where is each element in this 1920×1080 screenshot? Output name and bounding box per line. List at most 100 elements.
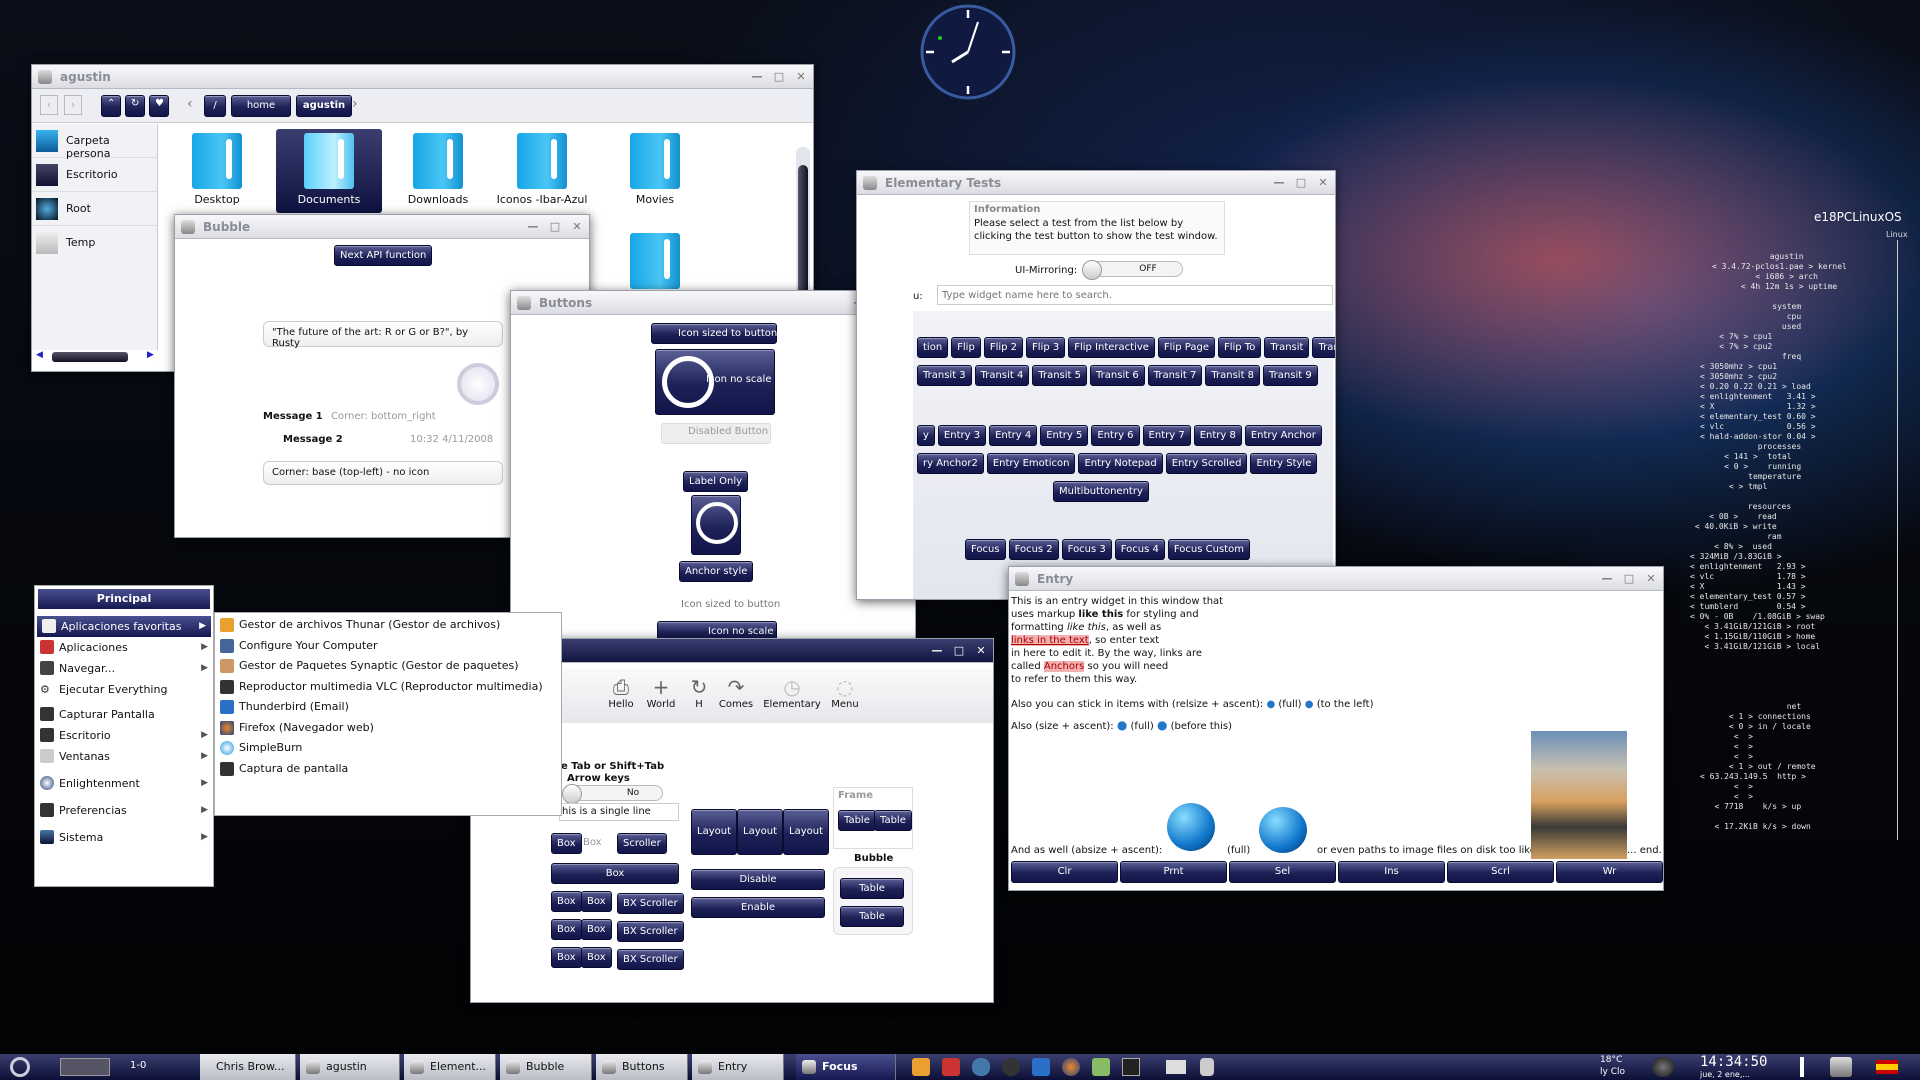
menu-item-ejecutar[interactable]: ⚙ Ejecutar Everything: [35, 679, 213, 700]
task-elementary[interactable]: Element...: [404, 1054, 496, 1080]
box-b2[interactable]: Box: [581, 891, 612, 912]
frame-table-1[interactable]: Table: [838, 810, 876, 831]
submenu-captura[interactable]: Captura de pantalla: [215, 759, 561, 780]
launcher-mail-icon[interactable]: [1032, 1058, 1050, 1076]
test-button[interactable]: Focus 4: [1114, 539, 1165, 560]
icon-sized-button-2[interactable]: Icon sized to button: [681, 599, 780, 610]
folder-movies[interactable]: Movies: [612, 129, 698, 213]
path-agustin[interactable]: agustin: [296, 95, 352, 117]
test-button[interactable]: Entry Emoticon: [986, 453, 1076, 474]
test-button[interactable]: Flip Page: [1157, 337, 1215, 358]
entry-link[interactable]: links in the text: [1011, 635, 1089, 646]
tool-world[interactable]: + World: [639, 675, 683, 710]
tray-icon-2[interactable]: [1200, 1058, 1214, 1076]
back-button[interactable]: ‹: [40, 95, 58, 115]
scroller-button[interactable]: Scroller: [617, 833, 667, 854]
submenu-simpleburn[interactable]: SimpleBurn: [215, 738, 561, 759]
entry-action-button[interactable]: Scrl: [1447, 861, 1554, 883]
disable-button[interactable]: Disable: [691, 869, 825, 890]
layout-button-1[interactable]: Layout: [691, 809, 737, 855]
task-buttons[interactable]: Buttons: [596, 1054, 688, 1080]
box-b1[interactable]: Box: [551, 891, 582, 912]
sidebar-item-home[interactable]: Carpeta persona: [32, 124, 157, 160]
enable-button[interactable]: Enable: [691, 897, 825, 918]
entry-action-button[interactable]: Ins: [1338, 861, 1445, 883]
test-button[interactable]: Transit 3: [917, 365, 972, 386]
test-button[interactable]: Entry Anchor: [1244, 425, 1322, 446]
test-button[interactable]: Entry 8: [1193, 425, 1242, 446]
folder-iconos[interactable]: Iconos -Ibar-Azul: [487, 129, 597, 213]
minimize-button[interactable]: —: [931, 644, 943, 657]
close-button[interactable]: ✕: [1317, 176, 1329, 189]
test-button[interactable]: Transit 6: [1090, 365, 1145, 386]
submenu-configure[interactable]: Configure Your Computer: [215, 636, 561, 657]
anchor-style-button[interactable]: Anchor style: [679, 561, 754, 582]
launcher-edit-icon[interactable]: [942, 1058, 960, 1076]
start-icon[interactable]: [10, 1057, 30, 1077]
minimize-button[interactable]: —: [1273, 176, 1285, 189]
folder-downloads[interactable]: Downloads: [395, 129, 481, 213]
tool-elementary[interactable]: ◷ Elementary: [761, 675, 823, 710]
task-focus[interactable]: Focus: [796, 1054, 896, 1080]
sidebar-item-temp[interactable]: Temp: [32, 226, 157, 260]
close-button[interactable]: ✕: [571, 220, 583, 233]
entry-text[interactable]: This is an entry widget in this window t…: [1011, 595, 1341, 686]
tool-hello[interactable]: ⎙ Hello: [601, 675, 641, 710]
launcher-vlc-icon[interactable]: [1002, 1058, 1020, 1076]
tray-icon-1[interactable]: [1166, 1060, 1186, 1074]
pager-icon[interactable]: [60, 1058, 110, 1076]
launcher-files-icon[interactable]: [912, 1058, 930, 1076]
submenu-thunderbird[interactable]: Thunderbird (Email): [215, 697, 561, 718]
test-button[interactable]: y: [917, 425, 935, 446]
multibuttonentry-button[interactable]: Multibuttonentry: [1053, 481, 1149, 502]
sidebar-scrollbar[interactable]: ◀ ▶: [36, 350, 158, 364]
path-right-arrow-icon[interactable]: ›: [352, 96, 358, 112]
focus-single-line-entry[interactable]: his is a single line: [559, 803, 679, 821]
test-button[interactable]: Transit 2: [1312, 337, 1335, 358]
submenu-synaptic[interactable]: Gestor de Paquetes Synaptic (Gestor de p…: [215, 656, 561, 677]
maximize-button[interactable]: □: [1623, 572, 1635, 585]
bubble-table-2[interactable]: Table: [840, 906, 904, 927]
entry-action-button[interactable]: Wr: [1556, 861, 1663, 883]
task-entry[interactable]: Entry: [692, 1054, 784, 1080]
test-button[interactable]: Entry Scrolled: [1165, 453, 1248, 474]
minimize-button[interactable]: —: [1601, 572, 1613, 585]
test-button[interactable]: Entry 5: [1040, 425, 1089, 446]
focus-toggle[interactable]: No: [562, 784, 663, 804]
tool-comes[interactable]: ↷ Comes: [711, 675, 761, 710]
submenu-thunar[interactable]: Gestor de archivos Thunar (Gestor de arc…: [215, 615, 561, 636]
test-button[interactable]: Flip Interactive: [1068, 337, 1155, 358]
test-button[interactable]: Focus: [965, 539, 1006, 560]
folder-desktop[interactable]: Desktop: [174, 129, 260, 213]
launcher-image-icon[interactable]: [1092, 1058, 1110, 1076]
box-b5[interactable]: Box: [551, 947, 582, 968]
test-button[interactable]: Transit 5: [1032, 365, 1088, 386]
test-button[interactable]: Focus 3: [1061, 539, 1112, 560]
box-wide-button[interactable]: Box: [551, 863, 679, 884]
submenu-vlc[interactable]: Reproductor multimedia VLC (Reproductor …: [215, 677, 561, 698]
icon-sized-button[interactable]: Icon sized to button: [651, 323, 777, 344]
box-b6[interactable]: Box: [581, 947, 612, 968]
launcher-firefox-icon[interactable]: [1062, 1058, 1080, 1076]
close-button[interactable]: ✕: [1645, 572, 1657, 585]
menu-item-ventanas[interactable]: Ventanas ▶: [35, 746, 213, 767]
icon-only-button[interactable]: [691, 495, 741, 555]
test-button[interactable]: Transit 9: [1263, 365, 1318, 386]
path-home[interactable]: home: [231, 95, 291, 117]
test-search-input[interactable]: [937, 285, 1333, 305]
entry-action-button[interactable]: Sel: [1229, 861, 1336, 883]
menu-item-enlightenment[interactable]: Enlightenment ▶: [35, 773, 213, 794]
label-only-button[interactable]: Label Only: [683, 471, 749, 492]
close-button[interactable]: ✕: [975, 644, 987, 657]
bx-scroller-3[interactable]: BX Scroller: [617, 949, 684, 970]
favorite-icon[interactable]: ♥: [149, 95, 169, 117]
ui-mirroring-toggle[interactable]: OFF: [1082, 260, 1183, 280]
entry-action-button[interactable]: Prnt: [1120, 861, 1227, 883]
test-button[interactable]: Entry 7: [1142, 425, 1191, 446]
minimize-button[interactable]: —: [527, 220, 539, 233]
menu-item-sistema[interactable]: Sistema ▶: [35, 827, 213, 848]
test-button[interactable]: ry Anchor2: [917, 453, 984, 474]
test-button[interactable]: Entry Style: [1250, 453, 1318, 474]
test-button[interactable]: Transit: [1264, 337, 1310, 358]
test-button[interactable]: Flip 2: [983, 337, 1024, 358]
